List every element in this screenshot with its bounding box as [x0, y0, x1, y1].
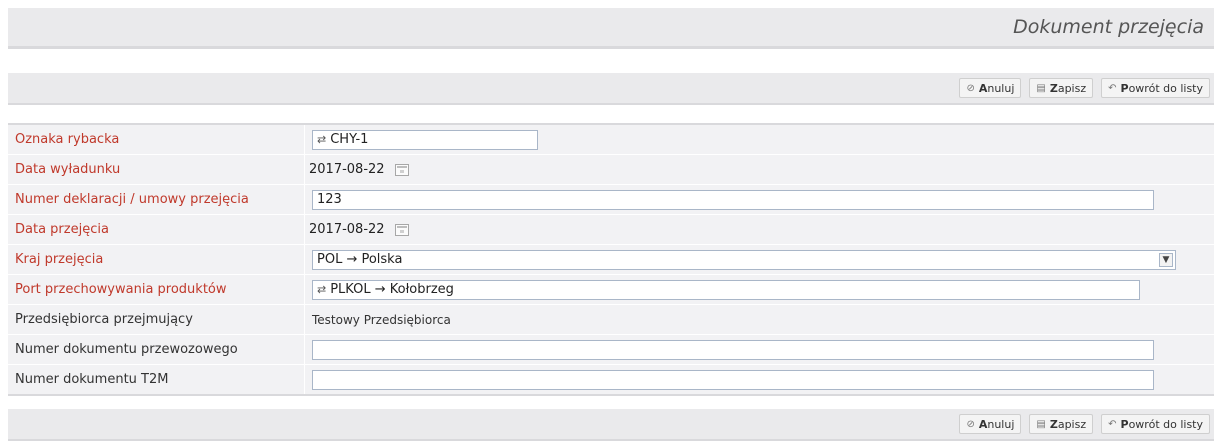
fishing-mark-field[interactable]: ⇄ CHY-1 — [312, 129, 538, 150]
save-icon: ▤ — [1036, 82, 1046, 94]
page-title: Dokument przejęcia — [1013, 16, 1204, 38]
takeover-country-value: POL → Polska — [317, 252, 403, 267]
form-row-takeover-date: Data przejęcia 2017-08-22 — [8, 215, 1214, 245]
back-to-list-button[interactable]: ↶ Powrót do listy — [1101, 78, 1210, 98]
back-to-list-button[interactable]: ↶ Powrót do listy — [1101, 414, 1210, 434]
storage-port-field[interactable]: ⇄ PLKOL → Kołobrzeg — [312, 279, 1140, 300]
save-button[interactable]: ▤ Zapisz — [1029, 78, 1094, 98]
document-form: Oznaka rybacka ⇄ CHY-1 Data wyładunku 20… — [8, 123, 1214, 396]
receiving-company-label: Przedsiębiorca przejmujący — [8, 305, 305, 334]
declaration-number-value: 123 — [317, 192, 342, 207]
save-accesskey: Z — [1049, 81, 1058, 95]
cancel-button[interactable]: ⊘ Anuluj — [959, 78, 1022, 98]
cancel-icon: ⊘ — [966, 418, 975, 430]
swap-arrows-icon: ⇄ — [317, 133, 327, 146]
declaration-number-label: Numer deklaracji / umowy przejęcia — [8, 185, 305, 214]
save-label: apisz — [1057, 417, 1087, 431]
calendar-icon[interactable] — [394, 223, 409, 236]
t2m-doc-label: Numer dokumentu T2M — [8, 365, 305, 394]
top-toolbar: ⊘ Anuluj ▤ Zapisz ↶ Powrót do listy — [8, 73, 1214, 105]
calendar-icon[interactable] — [394, 163, 409, 176]
form-row-landing-date: Data wyładunku 2017-08-22 — [8, 155, 1214, 185]
chevron-down-icon[interactable]: ▼ — [1159, 252, 1173, 267]
takeover-country-select[interactable]: POL → Polska ▼ — [312, 249, 1176, 270]
transport-doc-field[interactable] — [312, 339, 1154, 360]
form-row-transport-doc: Numer dokumentu przewozowego — [8, 335, 1214, 365]
page-header: Dokument przejęcia — [8, 8, 1214, 49]
transport-doc-label: Numer dokumentu przewozowego — [8, 335, 305, 364]
back-accesskey: P — [1120, 81, 1129, 95]
storage-port-label: Port przechowywania produktów — [8, 275, 305, 304]
fishing-mark-label: Oznaka rybacka — [8, 125, 305, 154]
save-button[interactable]: ▤ Zapisz — [1029, 414, 1094, 434]
storage-port-value: PLKOL → Kołobrzeg — [330, 282, 454, 297]
form-row-declaration-number: Numer deklaracji / umowy przejęcia 123 — [8, 185, 1214, 215]
declaration-number-field[interactable]: 123 — [312, 189, 1154, 210]
takeover-date-field[interactable]: 2017-08-22 — [309, 222, 385, 237]
takeover-country-label: Kraj przejęcia — [8, 245, 305, 274]
save-icon: ▤ — [1036, 418, 1046, 430]
fishing-mark-value: CHY-1 — [330, 132, 369, 147]
takeover-date-label: Data przejęcia — [8, 215, 305, 244]
swap-arrows-icon: ⇄ — [317, 283, 327, 296]
back-arrow-icon: ↶ — [1108, 82, 1117, 94]
landing-date-field[interactable]: 2017-08-22 — [309, 162, 385, 177]
save-label: apisz — [1057, 81, 1087, 95]
form-row-storage-port: Port przechowywania produktów ⇄ PLKOL → … — [8, 275, 1214, 305]
landing-date-label: Data wyładunku — [8, 155, 305, 184]
receiving-company-value: Testowy Przedsiębiorca — [312, 312, 451, 327]
cancel-label: nuluj — [987, 81, 1015, 95]
back-label: owrót do listy — [1128, 81, 1203, 95]
save-accesskey: Z — [1049, 417, 1058, 431]
cancel-button[interactable]: ⊘ Anuluj — [959, 414, 1022, 434]
form-row-fishing-mark: Oznaka rybacka ⇄ CHY-1 — [8, 125, 1214, 155]
cancel-label: nuluj — [987, 417, 1015, 431]
back-arrow-icon: ↶ — [1108, 418, 1117, 430]
back-accesskey: P — [1120, 417, 1129, 431]
cancel-icon: ⊘ — [966, 82, 975, 94]
form-row-receiving-company: Przedsiębiorca przejmujący Testowy Przed… — [8, 305, 1214, 335]
back-label: owrót do listy — [1128, 417, 1203, 431]
form-row-takeover-country: Kraj przejęcia POL → Polska ▼ — [8, 245, 1214, 275]
t2m-doc-field[interactable] — [312, 369, 1154, 390]
bottom-toolbar: ⊘ Anuluj ▤ Zapisz ↶ Powrót do listy — [8, 409, 1214, 441]
form-row-t2m-doc: Numer dokumentu T2M — [8, 365, 1214, 394]
